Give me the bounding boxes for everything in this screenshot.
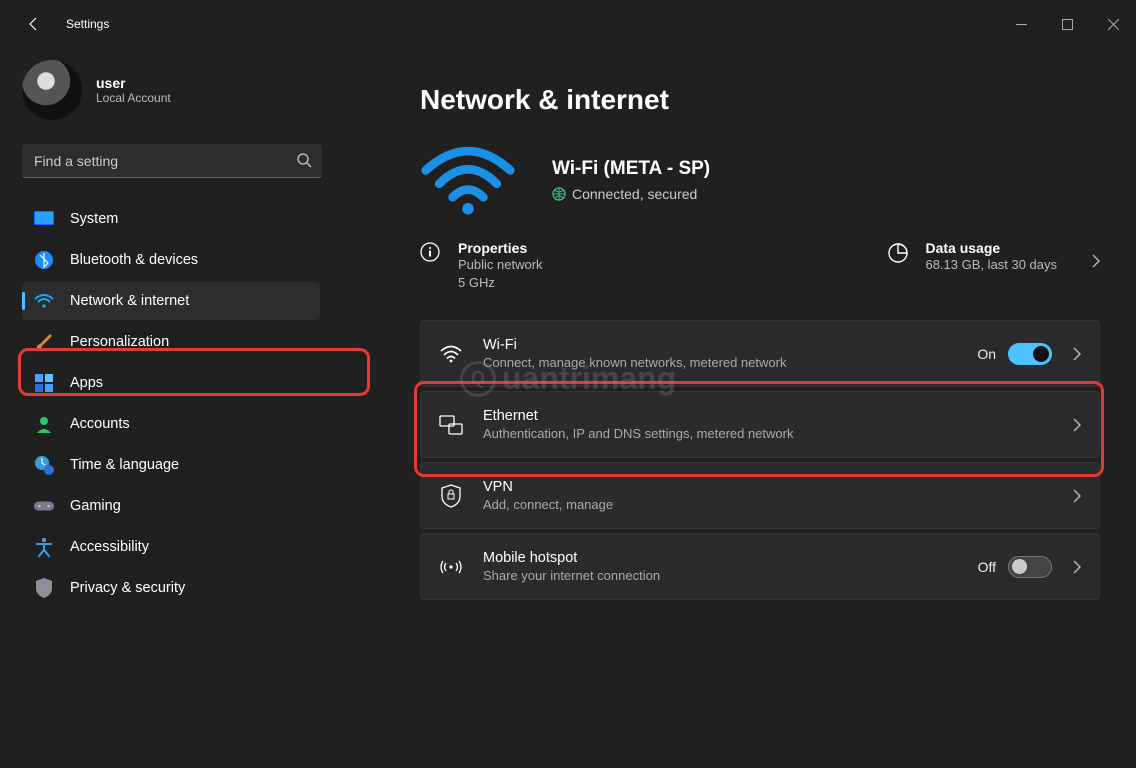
accessibility-icon: [34, 537, 54, 557]
sidebar-item-label: Accessibility: [70, 539, 149, 555]
brush-icon: [34, 332, 54, 352]
properties-block[interactable]: Properties Public network 5 GHz: [420, 240, 887, 292]
shield-icon: [34, 578, 54, 598]
wifi-icon-large: [420, 144, 516, 216]
sidebar-item-label: Network & internet: [70, 293, 189, 309]
chevron-right-icon: [1091, 254, 1100, 268]
ethernet-card-sub: Authentication, IP and DNS settings, met…: [483, 426, 1052, 441]
sidebar-nav: System Bluetooth & devices Network & int…: [22, 200, 320, 607]
avatar: [22, 60, 82, 120]
sidebar-item-time[interactable]: Time & language: [22, 446, 320, 484]
bluetooth-icon: [34, 250, 54, 270]
sidebar-item-label: Personalization: [70, 334, 169, 350]
data-usage-title: Data usage: [925, 240, 1057, 256]
wifi-toggle[interactable]: [1008, 343, 1052, 365]
sidebar-item-system[interactable]: System: [22, 200, 320, 238]
sidebar-item-personalization[interactable]: Personalization: [22, 323, 320, 361]
hotspot-card-sub: Share your internet connection: [483, 568, 958, 583]
person-icon: [34, 414, 54, 434]
sidebar-item-label: Privacy & security: [70, 580, 185, 596]
shield-lock-icon: [439, 484, 463, 508]
gamepad-icon: [34, 496, 54, 516]
back-button[interactable]: [18, 16, 50, 32]
ethernet-card-title: Ethernet: [483, 408, 1052, 424]
minimize-button[interactable]: [998, 8, 1044, 40]
info-icon: [420, 242, 442, 264]
sidebar-item-accessibility[interactable]: Accessibility: [22, 528, 320, 566]
pie-icon: [887, 242, 909, 264]
sidebar-item-gaming[interactable]: Gaming: [22, 487, 320, 525]
sidebar-item-apps[interactable]: Apps: [22, 364, 320, 402]
data-usage-line1: 68.13 GB, last 30 days: [925, 256, 1057, 274]
wifi-icon: [34, 291, 54, 311]
sidebar-item-label: Apps: [70, 375, 103, 391]
sidebar-item-label: Gaming: [70, 498, 121, 514]
user-name: user: [96, 75, 171, 91]
sidebar-item-label: Time & language: [70, 457, 179, 473]
vpn-card-title: VPN: [483, 479, 1052, 495]
system-icon: [34, 209, 54, 229]
data-usage-block[interactable]: Data usage 68.13 GB, last 30 days: [887, 240, 1100, 274]
sidebar-item-label: Bluetooth & devices: [70, 252, 198, 268]
globe-icon: [552, 187, 566, 201]
search-container: [22, 144, 322, 178]
hotspot-icon: [439, 555, 463, 579]
close-button[interactable]: [1090, 8, 1136, 40]
connection-summary: Wi-Fi (META - SP) Connected, secured: [420, 144, 1100, 216]
wifi-icon: [439, 342, 463, 366]
page-title: Network & internet: [420, 84, 1100, 116]
clock-globe-icon: [34, 455, 54, 475]
chevron-right-icon: [1072, 560, 1081, 574]
search-input[interactable]: [22, 144, 322, 178]
sidebar-item-bluetooth[interactable]: Bluetooth & devices: [22, 241, 320, 279]
user-profile[interactable]: user Local Account: [22, 60, 320, 120]
wifi-card[interactable]: Wi-Fi Connect, manage known networks, me…: [420, 320, 1100, 387]
vpn-card[interactable]: VPN Add, connect, manage: [420, 462, 1100, 529]
apps-icon: [34, 373, 54, 393]
connection-name: Wi-Fi (META - SP): [552, 158, 710, 180]
wifi-card-title: Wi-Fi: [483, 337, 957, 353]
chevron-right-icon: [1072, 418, 1081, 432]
search-icon: [296, 152, 312, 168]
sidebar-item-label: System: [70, 211, 118, 227]
hotspot-card-title: Mobile hotspot: [483, 550, 958, 566]
properties-title: Properties: [458, 240, 543, 256]
properties-line2: 5 GHz: [458, 274, 543, 292]
hotspot-toggle-label: Off: [978, 559, 996, 575]
sidebar-item-network[interactable]: Network & internet: [22, 282, 320, 320]
ethernet-icon: [439, 413, 463, 437]
connection-status: Connected, secured: [572, 186, 697, 202]
maximize-button[interactable]: [1044, 8, 1090, 40]
sidebar-item-label: Accounts: [70, 416, 130, 432]
user-account-type: Local Account: [96, 91, 171, 105]
hotspot-toggle[interactable]: [1008, 556, 1052, 578]
vpn-card-sub: Add, connect, manage: [483, 497, 1052, 512]
wifi-card-sub: Connect, manage known networks, metered …: [483, 355, 957, 370]
wifi-toggle-label: On: [977, 346, 996, 362]
sidebar-item-privacy[interactable]: Privacy & security: [22, 569, 320, 607]
chevron-right-icon: [1072, 489, 1081, 503]
chevron-right-icon: [1072, 347, 1081, 361]
app-title: Settings: [66, 17, 109, 31]
sidebar-item-accounts[interactable]: Accounts: [22, 405, 320, 443]
properties-line1: Public network: [458, 256, 543, 274]
ethernet-card[interactable]: Ethernet Authentication, IP and DNS sett…: [420, 391, 1100, 458]
hotspot-card[interactable]: Mobile hotspot Share your internet conne…: [420, 533, 1100, 600]
